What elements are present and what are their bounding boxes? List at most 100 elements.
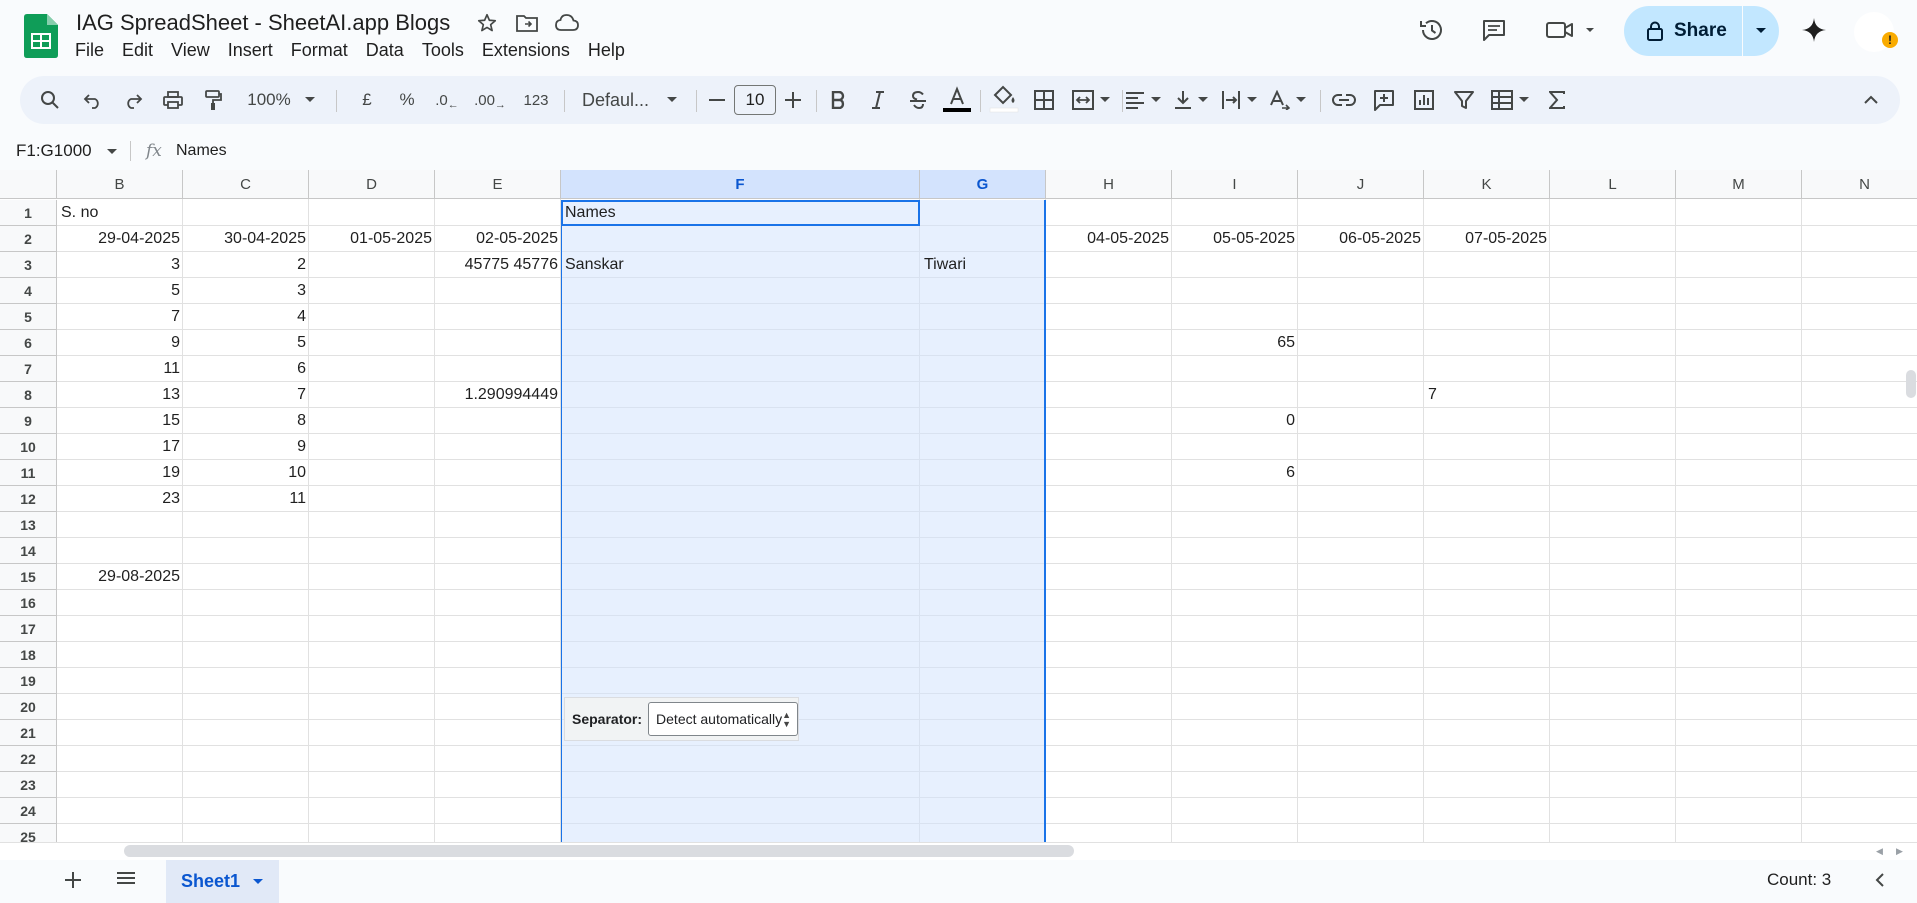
cell-i9[interactable]: 0 <box>1132 408 1298 434</box>
column-header-j[interactable]: J <box>1298 170 1424 199</box>
menu-view[interactable]: View <box>162 38 219 63</box>
cell-c5[interactable]: 4 <box>143 304 309 330</box>
cell-i6[interactable]: 65 <box>1132 330 1298 356</box>
menu-extensions[interactable]: Extensions <box>473 38 579 63</box>
cell-i11[interactable]: 6 <box>1132 460 1298 486</box>
cell-f1[interactable]: Names <box>561 200 920 226</box>
menu-tools[interactable]: Tools <box>413 38 473 63</box>
cell-f3[interactable]: Sanskar <box>561 252 920 278</box>
borders-icon[interactable] <box>1026 76 1062 124</box>
horizontal-scrollbar-thumb[interactable] <box>124 845 1074 857</box>
filter-views-button[interactable] <box>1486 76 1534 124</box>
move-folder-icon[interactable] <box>514 10 540 36</box>
column-header-h[interactable]: H <box>1046 170 1172 199</box>
menu-format[interactable]: Format <box>282 38 357 63</box>
increase-decimal-button[interactable]: .00 → <box>472 76 508 124</box>
column-header-k[interactable]: K <box>1424 170 1550 199</box>
menu-help[interactable]: Help <box>579 38 634 63</box>
cell-c12[interactable]: 11 <box>143 486 309 512</box>
meet-call-button[interactable] <box>1544 12 1602 48</box>
horizontal-align-button[interactable] <box>1120 76 1166 124</box>
cell-e8[interactable]: 1.290994449 <box>395 382 561 408</box>
scroll-right-arrow-icon[interactable]: ▶ <box>1896 846 1903 857</box>
strikethrough-button[interactable] <box>900 76 936 124</box>
column-header-i[interactable]: I <box>1172 170 1298 199</box>
more-formats-button[interactable]: 123 <box>516 76 556 124</box>
currency-format-button[interactable]: £ <box>352 76 382 124</box>
row-header[interactable]: 18 <box>0 642 57 668</box>
cell-c8[interactable]: 7 <box>143 382 309 408</box>
font-family-select[interactable]: Defaul... <box>576 76 688 124</box>
side-panel-toggle-icon[interactable] <box>1874 872 1886 893</box>
decrease-font-size-icon[interactable] <box>704 76 730 124</box>
functions-sigma-icon[interactable] <box>1542 76 1572 124</box>
column-header-n[interactable]: N <box>1802 170 1917 199</box>
italic-button[interactable] <box>860 76 896 124</box>
comments-icon[interactable] <box>1476 12 1512 48</box>
cell-e3[interactable]: 45775 45776 <box>395 252 561 278</box>
column-header-d[interactable]: D <box>309 170 435 199</box>
print-icon[interactable] <box>158 76 188 124</box>
scroll-left-arrow-icon[interactable]: ◀ <box>1876 846 1883 857</box>
cell-c7[interactable]: 6 <box>143 356 309 382</box>
row-header[interactable]: 21 <box>0 720 57 746</box>
cell-k8[interactable]: 7 <box>1424 382 1550 408</box>
column-header-g[interactable]: G <box>920 170 1046 199</box>
column-header-l[interactable]: L <box>1550 170 1676 199</box>
decrease-decimal-button[interactable]: .0 ← <box>430 76 464 124</box>
text-color-button[interactable] <box>938 76 976 124</box>
cell-c4[interactable]: 3 <box>143 278 309 304</box>
cell-c6[interactable]: 5 <box>143 330 309 356</box>
version-history-icon[interactable] <box>1414 12 1450 48</box>
row-header[interactable]: 23 <box>0 772 57 798</box>
name-box-dropdown[interactable] <box>106 143 118 161</box>
filter-icon[interactable] <box>1446 76 1482 124</box>
row-header[interactable]: 19 <box>0 668 57 694</box>
share-button[interactable]: Share <box>1624 6 1742 56</box>
row-header[interactable]: 16 <box>0 590 57 616</box>
paint-format-icon[interactable] <box>198 76 228 124</box>
undo-icon[interactable] <box>78 76 108 124</box>
star-icon[interactable] <box>474 10 500 36</box>
column-header-c[interactable]: C <box>183 170 309 199</box>
text-rotation-button[interactable] <box>1264 76 1310 124</box>
separator-select[interactable]: Detect automatically ▲ ▼ <box>648 702 798 736</box>
column-header-m[interactable]: M <box>1676 170 1802 199</box>
share-dropdown-button[interactable] <box>1743 6 1779 56</box>
vertical-align-button[interactable] <box>1168 76 1214 124</box>
increase-font-size-icon[interactable] <box>780 76 806 124</box>
selection-count[interactable]: Count: 3 <box>1767 870 1831 890</box>
row-header[interactable]: 22 <box>0 746 57 772</box>
search-menus-icon[interactable] <box>34 76 66 124</box>
fill-color-button[interactable] <box>984 76 1024 124</box>
insert-chart-icon[interactable] <box>1406 76 1442 124</box>
text-wrapping-button[interactable] <box>1216 76 1262 124</box>
add-sheet-button[interactable] <box>64 868 82 896</box>
column-header-f[interactable]: F <box>561 170 920 199</box>
cloud-saved-icon[interactable] <box>554 10 580 36</box>
vertical-scrollbar-thumb[interactable] <box>1906 370 1916 398</box>
cell-b1[interactable]: S. no <box>57 200 183 226</box>
row-header[interactable]: 17 <box>0 616 57 642</box>
cell-c9[interactable]: 8 <box>143 408 309 434</box>
column-header-e[interactable]: E <box>435 170 561 199</box>
merge-cells-button[interactable] <box>1066 76 1116 124</box>
cell-c10[interactable]: 9 <box>143 434 309 460</box>
spreadsheet-grid[interactable]: BCDEFGHIJKLMN 1 2 3 4 5 6 7 8 9 10 11 12 13 14 15 16 17 1… <box>0 170 1917 844</box>
gemini-sparkle-icon[interactable] <box>1796 12 1832 48</box>
row-header[interactable]: 25 <box>0 824 57 844</box>
select-all-corner[interactable] <box>0 170 57 199</box>
row-header[interactable]: 20 <box>0 694 57 720</box>
cell-g3[interactable]: Tiwari <box>920 252 1046 278</box>
name-box[interactable]: F1:G1000 <box>16 141 92 161</box>
insert-link-icon[interactable] <box>1326 76 1362 124</box>
row-header[interactable]: 14 <box>0 538 57 564</box>
cell-c3[interactable]: 2 <box>143 252 309 278</box>
menu-edit[interactable]: Edit <box>113 38 162 63</box>
zoom-select[interactable]: 100% <box>242 76 320 124</box>
document-title[interactable]: IAG SpreadSheet - SheetAI.app Blogs <box>76 10 450 36</box>
sheets-logo-icon[interactable] <box>24 14 58 58</box>
menu-insert[interactable]: Insert <box>219 38 282 63</box>
cell-c11[interactable]: 10 <box>143 460 309 486</box>
bold-button[interactable] <box>820 76 856 124</box>
